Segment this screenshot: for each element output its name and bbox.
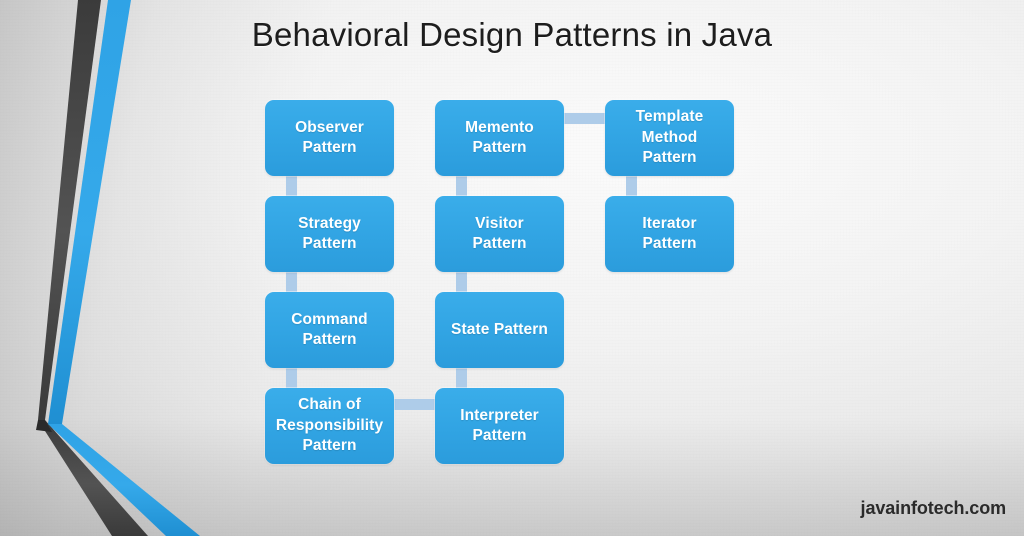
pattern-diagram: Observer Pattern Strategy Pattern Command … <box>0 0 1024 536</box>
pattern-node-chain[interactable]: Chain of Responsibility Pattern <box>265 388 394 464</box>
connector-chain-interpreter <box>394 399 436 410</box>
pattern-node-label: Chain of Responsibility Pattern <box>275 396 384 455</box>
pattern-node-label: Template Method Pattern <box>635 108 704 167</box>
connector-strategy-command <box>286 272 297 292</box>
pattern-node-visitor[interactable]: Visitor Pattern <box>435 196 564 272</box>
pattern-node-command[interactable]: Command Pattern <box>265 292 394 368</box>
pattern-node-iterator[interactable]: Iterator Pattern <box>605 196 734 272</box>
connector-observer-strategy <box>286 176 297 196</box>
connector-state-interpreter <box>456 368 467 388</box>
pattern-node-label: Command Pattern <box>291 310 368 348</box>
slide-canvas: Behavioral Design Patterns in Java Obser… <box>0 0 1024 536</box>
connector-command-chain <box>286 368 297 388</box>
pattern-node-interpreter[interactable]: Interpreter Pattern <box>435 388 564 464</box>
connector-visitor-state <box>456 272 467 292</box>
pattern-node-label: Iterator Pattern <box>642 214 697 252</box>
connector-template-iterator <box>626 176 637 196</box>
pattern-node-label: Strategy Pattern <box>298 214 361 252</box>
pattern-node-label: Memento Pattern <box>465 118 534 156</box>
pattern-node-memento[interactable]: Memento Pattern <box>435 100 564 176</box>
site-watermark: javainfotech.com <box>860 498 1007 518</box>
pattern-node-template[interactable]: Template Method Pattern <box>605 100 734 176</box>
pattern-node-observer[interactable]: Observer Pattern <box>265 100 394 176</box>
pattern-node-state[interactable]: State Pattern <box>435 292 564 368</box>
pattern-node-label: State Pattern <box>451 320 548 338</box>
connector-memento-visitor <box>456 176 467 196</box>
connector-memento-template <box>564 113 606 124</box>
pattern-node-strategy[interactable]: Strategy Pattern <box>265 196 394 272</box>
pattern-node-label: Interpreter Pattern <box>460 406 539 444</box>
pattern-node-label: Observer Pattern <box>295 118 364 156</box>
pattern-node-label: Visitor Pattern <box>472 214 527 252</box>
